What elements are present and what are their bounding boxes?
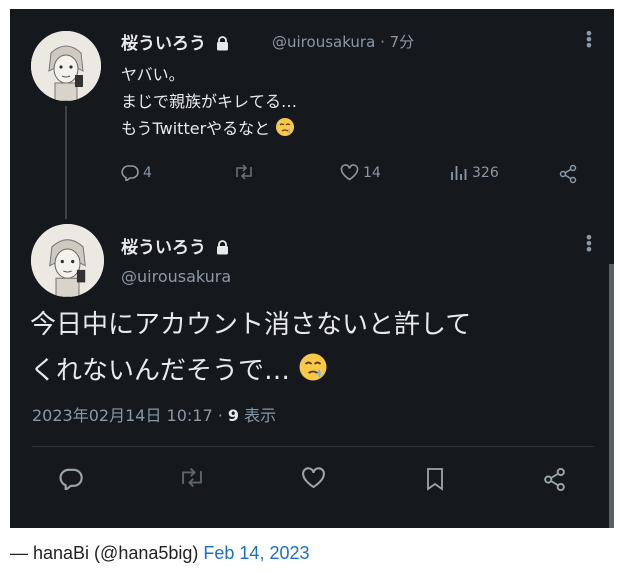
retweet-button[interactable]	[178, 467, 206, 488]
tweet-line: もうTwitterやるなと	[121, 119, 271, 138]
tweet-line: ヤバい。	[121, 65, 185, 84]
bookmark-icon	[427, 468, 443, 491]
retweet-icon	[182, 467, 202, 488]
tweet-actions: 4 14 326	[10, 164, 614, 188]
reply-author-name[interactable]: 桜ういろう	[121, 233, 229, 260]
reply-view-label: 表示	[244, 406, 277, 425]
divider	[32, 446, 594, 447]
share-icon	[559, 164, 577, 184]
like-count: 14	[363, 164, 381, 181]
retweet-icon	[236, 164, 252, 180]
scrollbar[interactable]	[609, 264, 614, 528]
crying-emoji	[275, 117, 295, 145]
views-icon	[451, 166, 467, 180]
handle-text[interactable]: @uirousakura	[272, 33, 375, 51]
more-icon[interactable]: • • •	[584, 230, 594, 258]
reply-button[interactable]: 4	[121, 164, 152, 181]
like-icon	[302, 467, 325, 489]
reply-text: 今日中にアカウント消さないと許して くれないんだそうで…	[30, 302, 471, 397]
reply-actions	[10, 467, 614, 495]
thread-line	[65, 106, 67, 219]
crying-emoji	[298, 351, 328, 397]
avatar[interactable]	[31, 31, 101, 101]
views-button[interactable]: 326	[450, 164, 499, 181]
view-count: 326	[472, 164, 499, 181]
tweet-author-handle[interactable]: @uirousakura · 7分	[272, 31, 414, 52]
reply-line: くれないんだそうで…	[30, 356, 291, 386]
display-name[interactable]: 桜ういろう	[121, 238, 206, 258]
share-button[interactable]	[558, 164, 578, 184]
like-icon	[340, 164, 359, 181]
reply-icon	[59, 468, 83, 490]
tweet-time[interactable]: · 7分	[380, 33, 414, 51]
caption-date-link[interactable]: Feb 14, 2023	[203, 543, 309, 563]
share-button[interactable]	[542, 467, 567, 492]
tweet-line: まじで親族がキレてる…	[121, 92, 298, 111]
reply-count: 4	[143, 164, 152, 181]
reply-author-handle[interactable]: @uirousakura	[121, 267, 231, 286]
reply-view-count: 9	[227, 406, 240, 425]
caption-author: — hanaBi (@hana5big)	[10, 543, 199, 563]
tweet-author-name[interactable]: 桜ういろう	[121, 29, 229, 56]
reply-line-with-emoji: くれないんだそうで…	[30, 348, 471, 397]
reply-timestamp[interactable]: 2023年02月14日 10:17 ·	[32, 406, 223, 425]
tweet-text: ヤバい。 まじで親族がキレてる… もうTwitterやるなと	[121, 61, 297, 145]
tweet-line-with-emoji: もうTwitterやるなと	[121, 115, 297, 145]
bookmark-button[interactable]	[425, 467, 445, 491]
like-button[interactable]: 14	[340, 164, 381, 181]
retweet-button[interactable]	[233, 164, 255, 180]
reply-button[interactable]	[59, 467, 83, 490]
like-button[interactable]	[301, 467, 326, 489]
reply-meta: 2023年02月14日 10:17 · 9 表示	[32, 402, 276, 426]
lock-icon	[216, 36, 229, 56]
share-icon	[544, 467, 565, 492]
display-name[interactable]: 桜ういろう	[121, 34, 206, 54]
screenshot-panel: 桜ういろう @uirousakura · 7分 • • • ヤバい。 まじで親族がキ…	[10, 9, 614, 528]
reply-line: 今日中にアカウント消さないと許して	[30, 310, 472, 340]
avatar[interactable]	[31, 224, 104, 297]
lock-icon	[216, 240, 229, 260]
reply-icon	[121, 165, 139, 181]
embed-caption: — hanaBi (@hana5big) Feb 14, 2023	[10, 543, 310, 564]
more-icon[interactable]: • • •	[584, 26, 594, 54]
